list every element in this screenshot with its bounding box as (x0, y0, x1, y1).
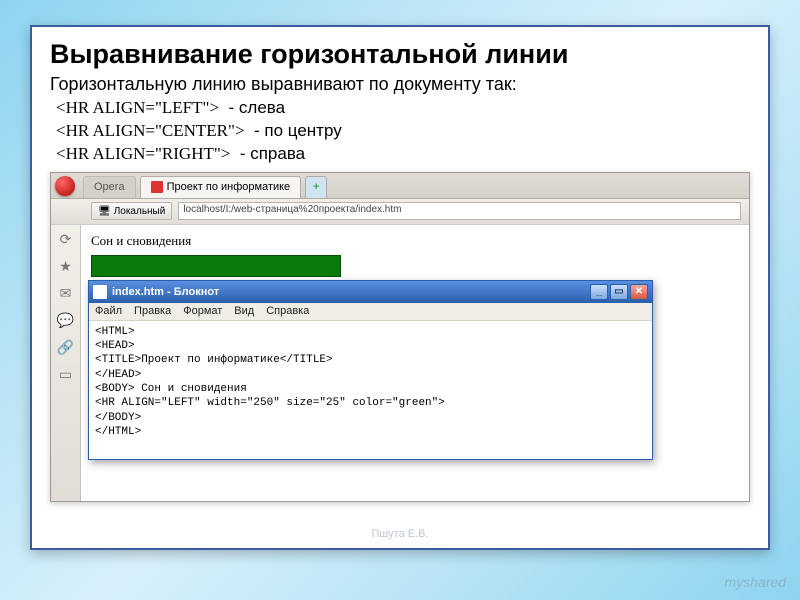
new-tab-button[interactable]: + (305, 176, 327, 198)
green-hr-demo (91, 255, 341, 277)
menu-help[interactable]: Справка (266, 305, 309, 317)
align-desc: - слева (229, 98, 286, 117)
monitor-icon: 🖥 (98, 206, 111, 217)
menu-view[interactable]: Вид (234, 305, 254, 317)
tab-label: Проект по информатике (167, 181, 291, 193)
tab-opera[interactable]: Opera (83, 176, 136, 198)
star-icon[interactable]: ★ (59, 258, 72, 275)
page-viewport: Сон и сновидения index.htm - Блокнот _ ▭… (81, 225, 749, 501)
opera-browser-window: Opera Проект по информатике + 🖥 Локальны… (50, 172, 750, 502)
url-input[interactable]: localhost/I:/web-страница%20проекта/inde… (178, 202, 741, 220)
align-row: <HR ALIGN="CENTER"> - по центру (56, 120, 750, 143)
menu-file[interactable]: Файл (95, 305, 122, 317)
slide-frame: Выравнивание горизонтальной линии Горизо… (30, 25, 770, 550)
local-button-label: Локальный (114, 206, 166, 217)
align-tag: <HR ALIGN="CENTER"> (56, 121, 245, 140)
opera-logo-icon[interactable] (55, 176, 75, 196)
page-heading: Сон и сновидения (91, 233, 739, 249)
menu-format[interactable]: Формат (183, 305, 222, 317)
slide-intro: Горизонтальную линию выравнивают по доку… (50, 74, 750, 95)
refresh-icon[interactable]: ⟳ (60, 231, 72, 248)
menu-edit[interactable]: Правка (134, 305, 171, 317)
note-icon[interactable]: ▭ (59, 366, 72, 383)
document-icon (151, 181, 163, 193)
align-tag: <HR ALIGN="RIGHT"> (56, 144, 230, 163)
notepad-titlebar[interactable]: index.htm - Блокнот _ ▭ ✕ (89, 281, 652, 303)
maximize-button[interactable]: ▭ (610, 284, 628, 300)
align-list: <HR ALIGN="LEFT"> - слева <HR ALIGN="CEN… (56, 97, 750, 166)
align-tag: <HR ALIGN="LEFT"> (56, 98, 219, 117)
notepad-icon (93, 285, 107, 299)
side-toolbar: ⟳ ★ ✉ 💬 🔗 ▭ (51, 225, 81, 501)
align-row: <HR ALIGN="RIGHT"> - справа (56, 143, 750, 166)
tab-active[interactable]: Проект по информатике (140, 176, 302, 198)
local-button[interactable]: 🖥 Локальный (91, 202, 172, 220)
footer-credit: Пшута Е.В. (32, 528, 768, 540)
browser-tabstrip: Opera Проект по информатике + (51, 173, 749, 199)
slide-title: Выравнивание горизонтальной линии (50, 39, 750, 70)
align-desc: - справа (240, 144, 305, 163)
align-row: <HR ALIGN="LEFT"> - слева (56, 97, 750, 120)
notepad-menubar: Файл Правка Формат Вид Справка (89, 303, 652, 321)
align-desc: - по центру (254, 121, 342, 140)
notepad-title: index.htm - Блокнот (112, 286, 219, 298)
address-bar: 🖥 Локальный localhost/I:/web-страница%20… (51, 199, 749, 225)
watermark: myshared (725, 574, 786, 590)
minimize-button[interactable]: _ (590, 284, 608, 300)
mail-icon[interactable]: ✉ (60, 285, 72, 302)
link-icon[interactable]: 🔗 (57, 339, 74, 356)
notepad-window: index.htm - Блокнот _ ▭ ✕ Файл Правка Фо… (88, 280, 653, 460)
chat-icon[interactable]: 💬 (57, 312, 74, 329)
close-button[interactable]: ✕ (630, 284, 648, 300)
browser-body: ⟳ ★ ✉ 💬 🔗 ▭ Сон и сновидения index.htm -… (51, 225, 749, 501)
notepad-textarea[interactable]: <HTML> <HEAD> <TITLE>Проект по информати… (89, 321, 652, 443)
